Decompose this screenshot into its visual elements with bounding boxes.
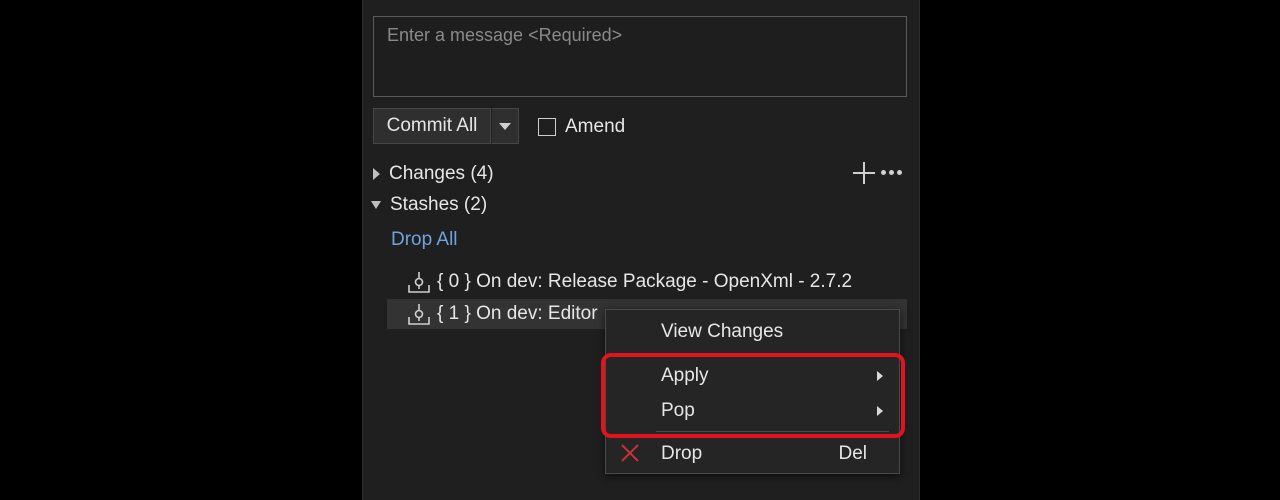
stash-item-label: { 0 } On dev: Release Package - OpenXml … (437, 271, 853, 292)
amend-label: Amend (565, 116, 626, 137)
chevron-down-icon (499, 122, 511, 130)
close-x-icon (621, 444, 639, 462)
commit-dropdown-button[interactable] (491, 108, 519, 144)
menu-item-view-changes[interactable]: View Changes (606, 315, 899, 349)
more-options-icon[interactable] (881, 170, 902, 175)
commit-message-placeholder: Enter a message <Required> (387, 25, 623, 45)
checkbox-icon (538, 118, 556, 136)
changes-section-header[interactable]: Changes (4) (373, 163, 494, 185)
commit-all-button[interactable]: Commit All (373, 108, 491, 144)
stage-all-plus-icon[interactable] (853, 162, 875, 184)
expand-right-icon (373, 168, 380, 180)
changes-label: Changes (4) (389, 163, 494, 184)
menu-item-label: Drop (661, 443, 703, 464)
stashes-section-header[interactable]: Stashes (2) (371, 194, 487, 216)
menu-item-label: View Changes (661, 321, 784, 342)
stash-icon (408, 272, 430, 293)
stash-icon (408, 304, 430, 325)
stash-item-label: { 1 } On dev: Editor (437, 303, 598, 324)
highlight-annotation-box (601, 353, 905, 438)
menu-item-shortcut: Del (838, 443, 867, 464)
drop-all-link[interactable]: Drop All (391, 229, 458, 251)
amend-checkbox[interactable]: Amend (538, 116, 625, 138)
commit-message-input[interactable]: Enter a message <Required> (373, 16, 907, 97)
commit-split-button: Commit All (373, 108, 519, 144)
stashes-label: Stashes (2) (390, 194, 488, 215)
stash-item[interactable]: { 0 } On dev: Release Package - OpenXml … (387, 267, 907, 297)
expand-down-icon (371, 201, 381, 209)
menu-item-drop[interactable]: Drop Del (606, 437, 899, 471)
